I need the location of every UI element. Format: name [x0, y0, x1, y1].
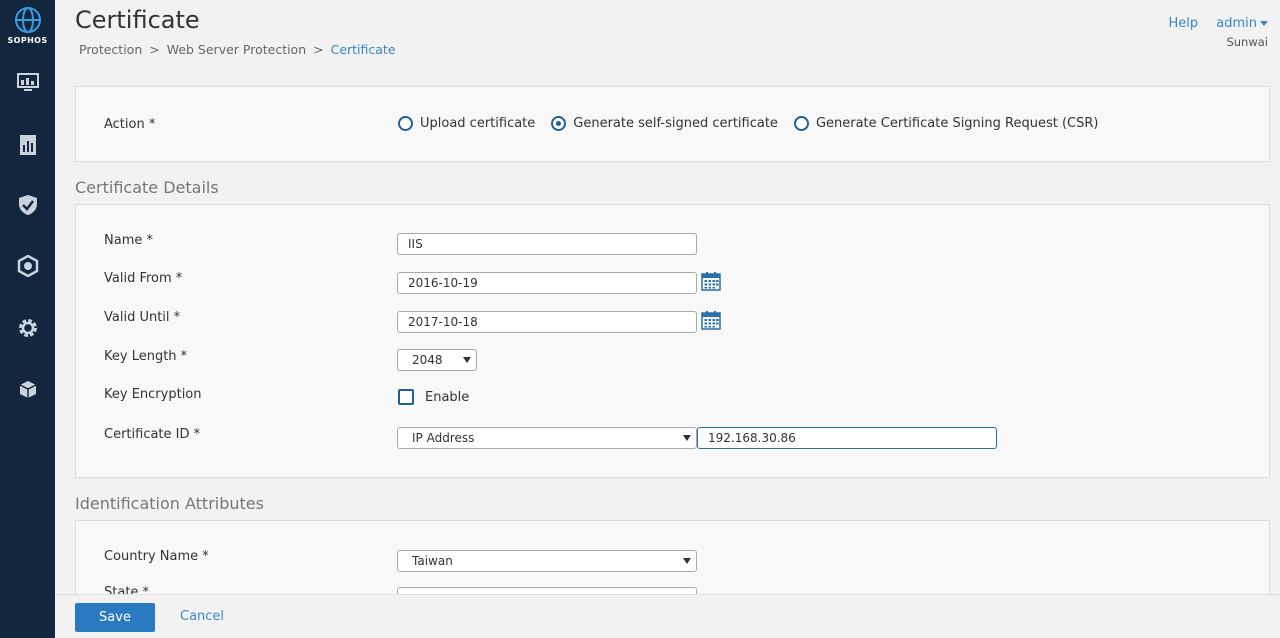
sidebar-item-configure[interactable] [0, 246, 55, 286]
monitor-icon [16, 73, 39, 91]
dropdown-arrow-icon [683, 558, 691, 564]
country-name-value: Taiwan [412, 554, 453, 568]
radio-button[interactable] [398, 116, 413, 131]
sidebar-item-system[interactable] [0, 308, 55, 348]
valid-from-input[interactable]: 2016-10-19 [397, 272, 697, 294]
breadcrumb-separator: > [313, 42, 324, 57]
action-label: Action * [104, 117, 156, 132]
breadcrumb-protection[interactable]: Protection [79, 42, 142, 57]
sidebar-item-packages[interactable] [0, 369, 55, 409]
save-button[interactable]: Save [75, 603, 155, 632]
sidebar-item-reports[interactable] [0, 125, 55, 165]
country-name-label: Country Name * [104, 549, 209, 564]
calendar-icon[interactable] [701, 310, 721, 330]
state-label: State * [104, 585, 150, 594]
radio-generate-csr[interactable]: Generate Certificate Signing Request (CS… [793, 116, 1099, 131]
country-name-select[interactable]: Taiwan [397, 550, 697, 572]
box-icon [19, 381, 36, 398]
certificate-id-type-value: IP Address [412, 431, 475, 445]
key-encryption-label: Key Encryption [104, 387, 202, 402]
shield-check-icon [18, 195, 37, 215]
calendar-icon[interactable] [701, 271, 721, 291]
valid-until-label: Valid Until * [104, 310, 181, 325]
certificate-id-input[interactable]: 192.168.30.86 [697, 427, 997, 449]
section-title-identification-attributes: Identification Attributes [75, 494, 264, 513]
radio-button[interactable] [793, 116, 809, 131]
protection-icon [17, 255, 38, 277]
page-title: Certificate [75, 6, 200, 34]
certificate-details-panel: Name * IIS Valid From * 2016-10-19 Valid… [75, 204, 1270, 478]
breadcrumb: Protection > Web Server Protection > Cer… [79, 42, 396, 57]
sophos-logo[interactable]: SOPHOS [0, 6, 55, 56]
breadcrumb-certificate[interactable]: Certificate [331, 42, 396, 57]
name-label: Name * [104, 233, 153, 248]
cancel-button[interactable]: Cancel [180, 609, 224, 624]
help-link[interactable]: Help [1168, 16, 1198, 31]
report-icon [19, 135, 36, 155]
key-length-select[interactable]: 2048 [397, 349, 477, 371]
valid-until-input[interactable]: 2017-10-18 [397, 311, 697, 333]
caret-down-icon [1260, 21, 1268, 26]
radio-label: Upload certificate [420, 116, 536, 131]
section-title-certificate-details: Certificate Details [75, 178, 219, 197]
state-input[interactable] [397, 587, 697, 594]
admin-name: admin [1216, 16, 1257, 31]
radio-generate-self-signed[interactable]: Generate self-signed certificate [551, 116, 778, 131]
key-length-value: 2048 [412, 353, 443, 367]
user-menu-area: Help admin [1168, 16, 1268, 31]
admin-menu[interactable]: admin [1216, 16, 1268, 31]
breadcrumb-web-server-protection[interactable]: Web Server Protection [167, 42, 306, 57]
name-input[interactable]: IIS [397, 233, 697, 255]
certificate-id-label: Certificate ID * [104, 427, 201, 442]
dropdown-arrow-icon [463, 357, 471, 363]
action-radio-group: Upload certificate Generate self-signed … [398, 116, 1114, 131]
breadcrumb-separator: > [149, 42, 160, 57]
form-footer: Save Cancel [55, 594, 1280, 638]
gear-icon [18, 319, 37, 337]
sidebar: SOPHOS [0, 0, 55, 638]
certificate-id-type-select[interactable]: IP Address [397, 427, 697, 449]
radio-label: Generate self-signed certificate [573, 116, 778, 131]
radio-label: Generate Certificate Signing Request (CS… [815, 116, 1099, 131]
radio-upload-certificate[interactable]: Upload certificate [398, 116, 535, 131]
key-encryption-checkbox[interactable] [398, 389, 414, 405]
key-length-label: Key Length * [104, 349, 188, 364]
identification-panel: Country Name * Taiwan State * [75, 520, 1270, 594]
radio-button-checked[interactable] [551, 116, 567, 131]
valid-from-label: Valid From * [104, 271, 183, 286]
sidebar-item-protection[interactable] [0, 185, 55, 225]
globe-icon [14, 7, 41, 33]
brand-name: SOPHOS [7, 36, 48, 45]
dropdown-arrow-icon [683, 435, 691, 441]
action-panel: Action * Upload certificate Generate sel… [75, 86, 1270, 162]
key-encryption-enable-label: Enable [425, 390, 470, 405]
sidebar-item-monitor[interactable] [0, 63, 55, 103]
org-name: Sunwai [1226, 35, 1268, 49]
